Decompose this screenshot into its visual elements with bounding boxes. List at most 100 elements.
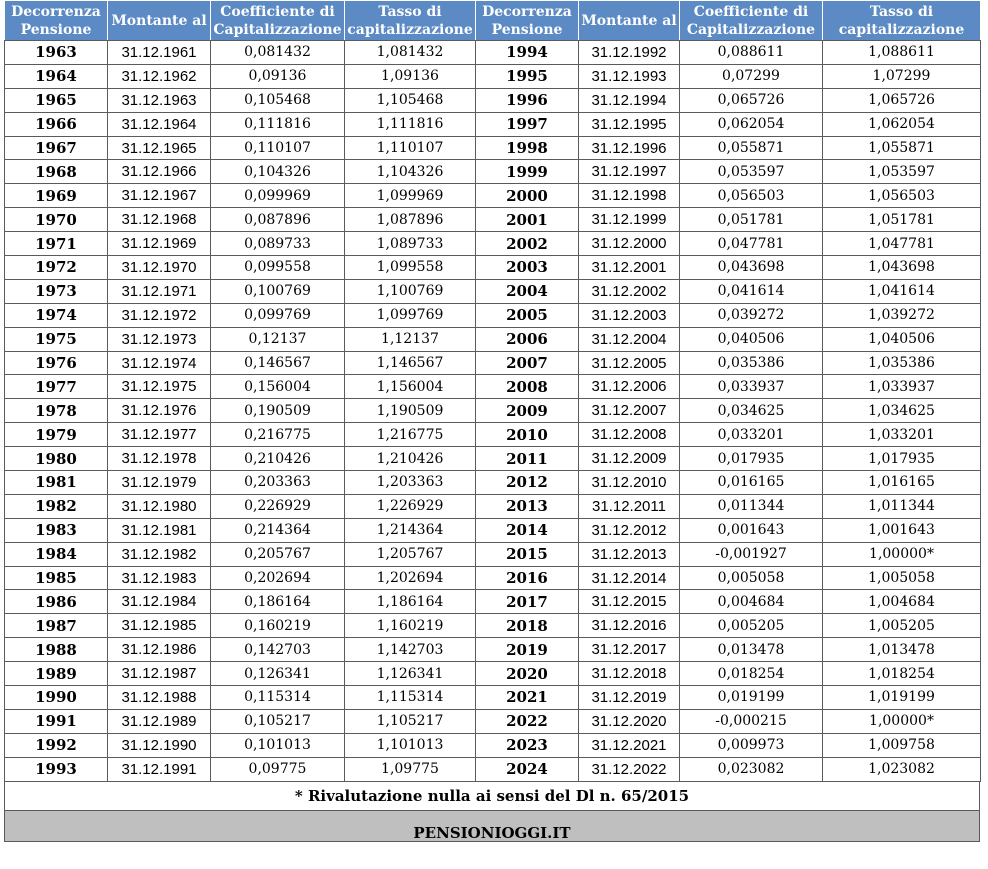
year-cell: 1981 bbox=[4, 470, 108, 495]
year-cell: 1990 bbox=[4, 685, 108, 710]
rate-cell: 1,226929 bbox=[344, 493, 476, 519]
date-cell: 31.12.1994 bbox=[578, 87, 680, 113]
year-cell: 2009 bbox=[475, 398, 579, 424]
coefficient-cell: 0,142703 bbox=[210, 637, 345, 663]
year-cell: 1964 bbox=[4, 63, 108, 89]
table-row: 1964 31.12.1962 0,09136 1,09136 1995 31.12.19… bbox=[4, 63, 981, 89]
rate-cell: 1,105217 bbox=[344, 708, 476, 734]
column-header-line: Capitalizzazione bbox=[686, 21, 816, 38]
date-cell: 31.12.2006 bbox=[578, 374, 680, 400]
coefficients-table-container: Decorrenza Pensione Montante al Coefficient… bbox=[4, 0, 981, 842]
year-cell: 2007 bbox=[475, 350, 579, 376]
rate-cell: 1,00000* bbox=[822, 708, 981, 734]
table-header-row: Decorrenza Pensione Montante al Coefficient… bbox=[4, 0, 981, 41]
coefficient-cell: 0,104326 bbox=[210, 159, 345, 185]
column-header-line: Montante al bbox=[111, 12, 207, 29]
date-cell: 31.12.1971 bbox=[107, 278, 211, 304]
date-cell: 31.12.1988 bbox=[107, 685, 211, 710]
date-cell: 31.12.2022 bbox=[578, 756, 680, 782]
rate-cell: 1,016165 bbox=[822, 470, 981, 495]
date-cell: 31.12.1964 bbox=[107, 111, 211, 137]
rate-cell: 1,034625 bbox=[822, 398, 981, 424]
year-cell: 1966 bbox=[4, 111, 108, 137]
rate-cell: 1,12137 bbox=[344, 326, 476, 352]
site-footer-band: PENSIONIOGGI.IT bbox=[4, 809, 980, 842]
coefficient-cell: 0,203363 bbox=[210, 470, 345, 495]
year-cell: 1973 bbox=[4, 278, 108, 304]
rate-cell: 1,039272 bbox=[822, 302, 981, 328]
rate-cell: 1,062054 bbox=[822, 111, 981, 137]
year-cell: 2002 bbox=[475, 231, 579, 257]
year-cell: 1977 bbox=[4, 374, 108, 400]
coefficient-cell: 0,100769 bbox=[210, 278, 345, 304]
year-cell: 1969 bbox=[4, 183, 108, 209]
year-cell: 1988 bbox=[4, 637, 108, 663]
year-cell: 1994 bbox=[475, 40, 579, 65]
date-cell: 31.12.1987 bbox=[107, 661, 211, 687]
year-cell: 1989 bbox=[4, 661, 108, 687]
table-row: 1980 31.12.1978 0,210426 1,210426 2011 31.12.… bbox=[4, 446, 981, 472]
coefficient-cell: 0,087896 bbox=[210, 207, 345, 233]
table-row: 1989 31.12.1987 0,126341 1,126341 2020 31.12.… bbox=[4, 661, 981, 687]
year-cell: 2015 bbox=[475, 541, 579, 567]
coefficient-cell: 0,07299 bbox=[679, 63, 823, 89]
table-row: 1966 31.12.1964 0,111816 1,111816 1997 31.12.… bbox=[4, 111, 981, 137]
year-cell: 2011 bbox=[475, 446, 579, 472]
coefficient-cell: 0,041614 bbox=[679, 278, 823, 304]
date-cell: 31.12.1996 bbox=[578, 135, 680, 161]
table-row: 1970 31.12.1968 0,087896 1,087896 2001 31.12.… bbox=[4, 207, 981, 233]
coefficient-cell: 0,056503 bbox=[679, 183, 823, 209]
date-cell: 31.12.1972 bbox=[107, 302, 211, 328]
coefficient-cell: 0,043698 bbox=[679, 255, 823, 280]
date-cell: 31.12.2018 bbox=[578, 661, 680, 687]
table-row: 1991 31.12.1989 0,105217 1,105217 2022 31.12.… bbox=[4, 708, 981, 734]
year-cell: 1965 bbox=[4, 87, 108, 113]
date-cell: 31.12.2021 bbox=[578, 732, 680, 758]
year-cell: 2017 bbox=[475, 589, 579, 615]
year-cell: 1974 bbox=[4, 302, 108, 328]
rate-cell: 1,115314 bbox=[344, 685, 476, 710]
date-cell: 31.12.1979 bbox=[107, 470, 211, 495]
date-cell: 31.12.1984 bbox=[107, 589, 211, 615]
year-cell: 1968 bbox=[4, 159, 108, 185]
coefficient-cell: 0,009973 bbox=[679, 732, 823, 758]
rate-cell: 1,065726 bbox=[822, 87, 981, 113]
rate-cell: 1,186164 bbox=[344, 589, 476, 615]
rate-cell: 1,126341 bbox=[344, 661, 476, 687]
coefficient-cell: 0,105217 bbox=[210, 708, 345, 734]
date-cell: 31.12.1995 bbox=[578, 111, 680, 137]
date-cell: 31.12.1969 bbox=[107, 231, 211, 257]
year-cell: 2006 bbox=[475, 326, 579, 352]
year-cell: 1972 bbox=[4, 255, 108, 280]
year-cell: 1978 bbox=[4, 398, 108, 424]
table-row: 1965 31.12.1963 0,105468 1,105468 1996 31.12.… bbox=[4, 87, 981, 113]
coefficient-cell: 0,023082 bbox=[679, 756, 823, 782]
table-row: 1981 31.12.1979 0,203363 1,203363 2012 31.12.… bbox=[4, 470, 981, 495]
rate-cell: 1,005205 bbox=[822, 613, 981, 639]
date-cell: 31.12.1976 bbox=[107, 398, 211, 424]
coefficient-cell: 0,110107 bbox=[210, 135, 345, 161]
year-cell: 2005 bbox=[475, 302, 579, 328]
column-header-line: Montante al bbox=[581, 12, 677, 29]
coefficient-cell: 0,156004 bbox=[210, 374, 345, 400]
rate-cell: 1,142703 bbox=[344, 637, 476, 663]
year-cell: 2003 bbox=[475, 255, 579, 280]
coefficient-cell: 0,099769 bbox=[210, 302, 345, 328]
coefficient-cell: 0,09775 bbox=[210, 756, 345, 782]
column-header-line: capitalizzazione bbox=[838, 21, 965, 38]
coefficient-cell: 0,099558 bbox=[210, 255, 345, 280]
year-cell: 2008 bbox=[475, 374, 579, 400]
date-cell: 31.12.2000 bbox=[578, 231, 680, 257]
rate-cell: 1,089733 bbox=[344, 231, 476, 257]
coefficient-cell: 0,115314 bbox=[210, 685, 345, 710]
rate-cell: 1,047781 bbox=[822, 231, 981, 257]
date-cell: 31.12.1975 bbox=[107, 374, 211, 400]
date-cell: 31.12.1974 bbox=[107, 350, 211, 376]
rate-cell: 1,205767 bbox=[344, 541, 476, 567]
table-row: 1967 31.12.1965 0,110107 1,110107 1998 31.12.… bbox=[4, 135, 981, 161]
table-row: 1984 31.12.1982 0,205767 1,205767 2015 31.12.… bbox=[4, 541, 981, 567]
date-cell: 31.12.2001 bbox=[578, 255, 680, 280]
coefficient-cell: 0,210426 bbox=[210, 446, 345, 472]
rate-cell: 1,111816 bbox=[344, 111, 476, 137]
rate-cell: 1,110107 bbox=[344, 135, 476, 161]
